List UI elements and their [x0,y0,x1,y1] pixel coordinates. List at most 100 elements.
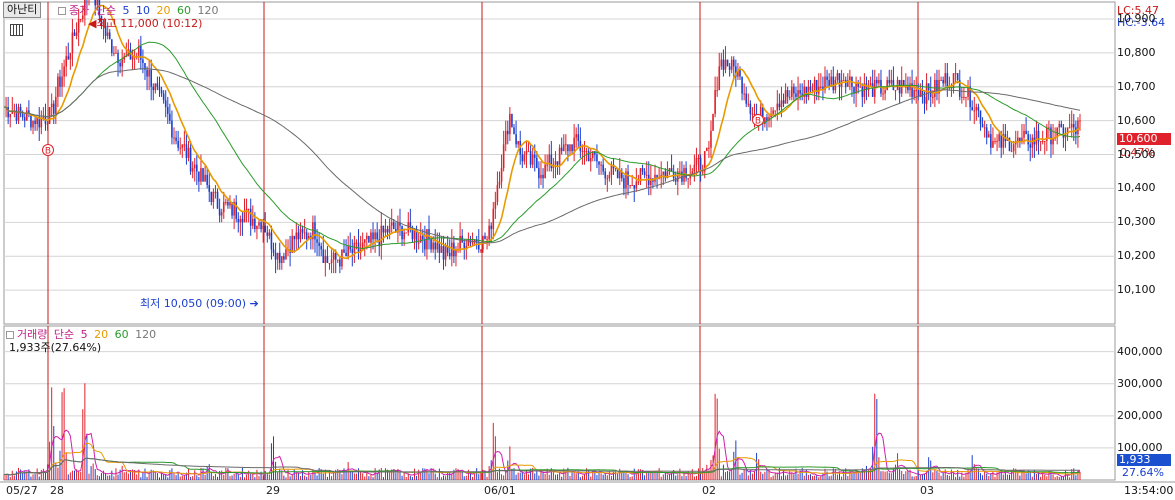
up-candle [48,107,51,125]
down-candle [577,134,580,141]
up-candle [724,59,727,70]
grid-icon[interactable] [10,24,23,36]
volume-panel [3,325,1116,481]
up-candle [328,262,331,264]
up-candle [403,232,405,240]
up-candle [780,100,783,108]
down-candle [598,161,600,165]
up-candle [842,79,845,81]
down-candle [67,56,70,60]
down-candle [871,83,874,97]
buy-marker-label: B [755,117,761,127]
up-candle [61,76,63,87]
up-candle [618,171,621,179]
down-candle [857,83,859,87]
down-candle [326,256,329,263]
up-candle [813,79,816,91]
up-candle [330,259,333,263]
up-candle [708,147,710,149]
up-candle [154,83,157,91]
up-candle [797,90,799,97]
down-candle [372,232,374,240]
up-candle [332,252,335,260]
down-candle [529,151,532,165]
legend-vol-ma5: 5 [80,328,88,341]
up-candle [366,235,368,240]
down-candle [434,242,437,250]
down-candle [260,222,262,230]
down-candle [1025,130,1027,135]
price-tick-label: 10,600 [1117,113,1156,127]
legend-ma-prefix: 단순 [95,4,116,17]
up-candle [706,147,708,152]
up-candle [498,181,501,186]
down-candle [542,174,544,179]
up-candle [247,208,250,210]
up-candle [106,32,109,36]
down-candle [602,164,604,172]
down-candle [782,100,785,104]
up-candle [994,140,996,142]
down-candle [749,103,752,114]
down-candle [345,252,347,257]
up-candle [1039,140,1042,142]
up-candle [502,144,505,169]
down-candle [1072,124,1075,128]
down-candle [272,249,275,253]
up-candle [718,66,721,91]
up-candle [436,242,439,250]
up-candle [79,18,82,20]
down-candle [732,59,735,67]
up-candle [523,154,526,162]
up-candle [494,201,497,209]
down-candle [376,232,378,240]
down-candle [171,120,173,138]
down-candle [442,246,445,260]
up-candle [998,134,1000,141]
down-candle [316,239,318,243]
down-candle [430,239,432,250]
up-candle [193,164,196,169]
chart-canvas[interactable]: BB [0,0,1175,500]
down-candle [513,127,515,135]
down-candle [536,157,538,169]
up-candle [405,232,408,234]
up-candle [268,232,271,236]
up-candle [525,151,528,155]
up-candle [836,73,839,80]
down-candle [832,76,835,91]
legend-vol-ma60: 60 [114,328,129,341]
up-candle [214,191,217,193]
down-candle [237,218,240,223]
up-candle [467,239,470,247]
down-candle [766,117,768,121]
up-candle [173,137,175,139]
down-candle [23,117,26,121]
up-candle [716,90,718,92]
down-candle [556,161,559,165]
up-candle [695,157,698,165]
down-candle [21,113,24,118]
price-tick-label: 10,300 [1117,215,1156,229]
up-candle [940,79,942,81]
up-candle [540,174,542,179]
down-candle [633,185,636,189]
up-candle [281,256,283,263]
down-candle [971,107,973,111]
down-candle [424,239,426,250]
up-candle [527,151,530,153]
down-candle [318,242,320,247]
up-candle [1023,130,1025,138]
stock-tab[interactable]: 아난티 [3,2,42,18]
up-candle [913,90,915,97]
time-tick-label: 28 [50,484,64,497]
up-candle [347,246,349,257]
up-candle [444,246,447,260]
up-candle [276,252,279,260]
down-candle [623,178,625,189]
up-candle [69,52,72,60]
up-candle [432,242,434,250]
down-candle [210,191,213,202]
down-candle [538,168,540,179]
up-candle [390,222,393,226]
